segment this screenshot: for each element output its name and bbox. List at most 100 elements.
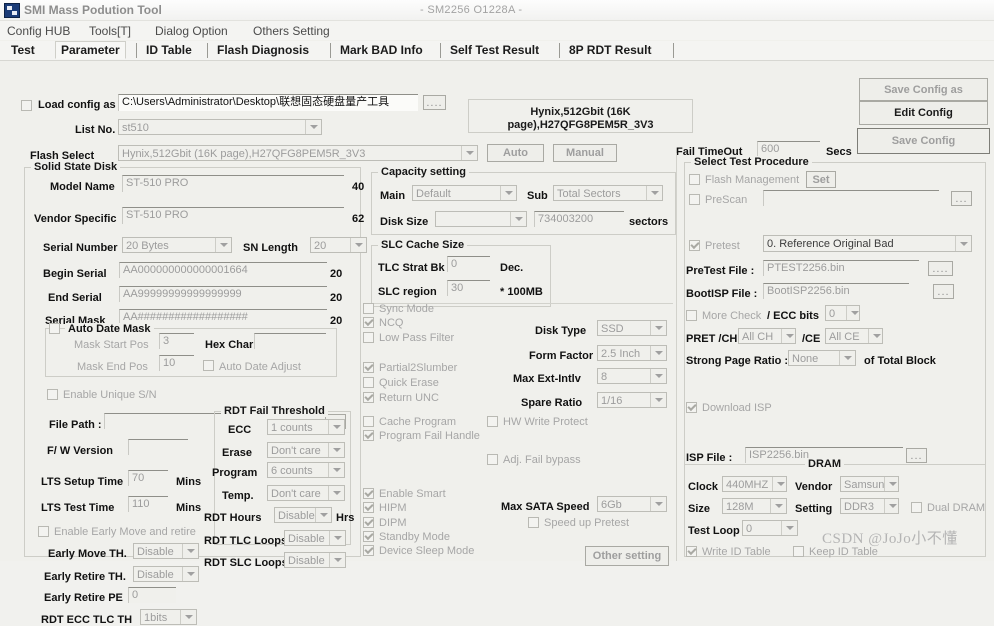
flash-select-select[interactable]: Hynix,512Gbit (16K page),H27QFG8PEM5R_3V… — [118, 145, 478, 161]
bootisp-file-input[interactable]: BootISP2256.bin — [763, 283, 909, 299]
ncq-checkbox[interactable] — [363, 317, 374, 328]
chevron-down-icon[interactable] — [781, 329, 795, 343]
end-serial-input[interactable]: AA99999999999999999 — [119, 286, 327, 302]
pretest-file-input[interactable]: PTEST2256.bin — [763, 260, 919, 276]
model-name-input[interactable]: ST-510 PRO — [122, 175, 344, 192]
chevron-down-icon[interactable] — [884, 499, 898, 513]
device-sleep-mode-checkbox[interactable] — [363, 545, 374, 556]
dram-clock-select[interactable]: 440MHZ — [722, 476, 787, 492]
speed-up-pretest-checkbox[interactable] — [528, 517, 539, 528]
chevron-down-icon[interactable] — [180, 610, 196, 624]
auto-date-adjust-checkbox[interactable] — [203, 360, 214, 371]
spare-ratio-select[interactable]: 1/16 — [597, 392, 667, 408]
download-isp-checkbox[interactable] — [686, 402, 697, 413]
menu-item-others-setting[interactable]: Others Setting — [250, 23, 333, 39]
chevron-down-icon[interactable] — [215, 238, 231, 252]
program-fail-handle-checkbox[interactable] — [363, 430, 374, 441]
chevron-down-icon[interactable] — [650, 369, 666, 383]
auto-button[interactable]: Auto — [487, 144, 544, 162]
early-retire-th-select[interactable]: Disable — [133, 566, 199, 582]
list-no-select[interactable]: st510 — [118, 119, 322, 135]
load-config-as-checkbox[interactable] — [21, 100, 32, 111]
low-pass-filter-checkbox[interactable] — [363, 332, 374, 343]
chevron-down-icon[interactable] — [650, 321, 666, 335]
tab-flash-diagnosis[interactable]: Flash Diagnosis — [212, 42, 314, 58]
pretest-file-browse-button[interactable]: .... — [928, 261, 953, 276]
tab-parameter[interactable]: Parameter — [55, 41, 126, 59]
disk-type-select[interactable]: SSD — [597, 320, 667, 336]
chevron-down-icon[interactable] — [868, 329, 882, 343]
adj-fail-bypass-checkbox[interactable] — [487, 454, 498, 465]
tab-id-table[interactable]: ID Table — [141, 42, 197, 58]
write-id-table-checkbox[interactable] — [686, 546, 697, 557]
chevron-down-icon[interactable] — [315, 508, 331, 522]
serial-number-select[interactable]: 20 Bytes — [122, 237, 232, 253]
prescan-browse-button[interactable]: ... — [951, 191, 972, 206]
chevron-down-icon[interactable] — [329, 531, 345, 545]
erase-select[interactable]: Don't care — [267, 442, 345, 458]
capacity-main-select[interactable]: Default — [412, 185, 517, 201]
chevron-down-icon[interactable] — [646, 186, 662, 200]
dual-dram-checkbox[interactable] — [911, 502, 922, 513]
return-unc-checkbox[interactable] — [363, 392, 374, 403]
standby-mode-checkbox[interactable] — [363, 531, 374, 542]
begin-serial-input[interactable]: AA000000000000001664 — [119, 262, 327, 278]
chevron-down-icon[interactable] — [500, 186, 516, 200]
chevron-down-icon[interactable] — [350, 238, 366, 252]
menu-item-dialog-option[interactable]: Dialog Option — [152, 23, 231, 39]
disk-size-select[interactable] — [435, 211, 527, 227]
enable-smart-checkbox[interactable] — [363, 488, 374, 499]
tlc-strat-bk-input[interactable]: 0 — [447, 256, 490, 272]
enable-unique-sn-checkbox[interactable] — [47, 389, 58, 400]
capacity-sub-select[interactable]: Total Sectors — [553, 185, 663, 201]
chevron-down-icon[interactable] — [305, 120, 321, 134]
flash-management-checkbox[interactable] — [689, 174, 700, 185]
save-config-as-button[interactable]: Save Config as — [859, 78, 988, 101]
cache-program-checkbox[interactable] — [363, 416, 374, 427]
temp-select[interactable]: Don't care — [267, 485, 345, 501]
chevron-down-icon[interactable] — [846, 306, 859, 320]
other-setting-button[interactable]: Other setting — [585, 546, 669, 566]
sync-mode-checkbox[interactable] — [363, 303, 374, 314]
hipm-checkbox[interactable] — [363, 502, 374, 513]
pret-ch-select[interactable]: All CH — [738, 328, 796, 344]
chevron-down-icon[interactable] — [884, 477, 898, 491]
chevron-down-icon[interactable] — [650, 393, 666, 407]
chevron-down-icon[interactable] — [328, 420, 344, 434]
lts-setup-time-input[interactable]: 70 — [128, 470, 168, 486]
tab-self-test-result[interactable]: Self Test Result — [445, 42, 544, 58]
ecc-select[interactable]: 1 counts — [267, 419, 345, 435]
quick-erase-checkbox[interactable] — [363, 377, 374, 388]
test-loop-select[interactable]: 0 — [742, 520, 798, 536]
early-move-th-select[interactable]: Disable — [133, 543, 199, 559]
sn-length-select[interactable]: 20 — [310, 237, 367, 253]
chevron-down-icon[interactable] — [839, 351, 855, 365]
isp-file-browse-button[interactable]: ... — [906, 448, 927, 463]
pretest-checkbox[interactable] — [689, 240, 700, 251]
rdt-hours-select[interactable]: Disable — [274, 507, 332, 523]
prescan-checkbox[interactable] — [689, 194, 700, 205]
mask-start-pos-input[interactable]: 3 — [159, 333, 194, 349]
chevron-down-icon[interactable] — [650, 497, 666, 511]
chevron-down-icon[interactable] — [182, 567, 198, 581]
chevron-down-icon[interactable] — [329, 553, 345, 567]
ecc-bits-select[interactable]: 0 — [825, 305, 860, 321]
chevron-down-icon[interactable] — [328, 463, 344, 477]
chevron-down-icon[interactable] — [461, 146, 477, 160]
early-retire-pe-input[interactable]: 0 — [128, 587, 176, 603]
config-path-input[interactable]: C:\Users\Administrator\Desktop\联想固态硬盘量产工… — [118, 94, 418, 111]
vendor-specific-input[interactable]: ST-510 PRO — [122, 207, 344, 224]
chevron-down-icon[interactable] — [770, 499, 786, 513]
chevron-down-icon[interactable] — [328, 486, 344, 500]
menu-item-config-hub[interactable]: Config HUB — [4, 23, 73, 39]
strong-page-ratio-select[interactable]: None — [788, 350, 856, 366]
chevron-down-icon[interactable] — [650, 346, 666, 360]
menu-item-tools[interactable]: Tools[T] — [86, 23, 134, 39]
total-sectors-input[interactable]: 734003200 — [534, 211, 624, 227]
save-config-button[interactable]: Save Config — [857, 128, 990, 154]
edit-config-button[interactable]: Edit Config — [859, 101, 988, 125]
flash-management-set-button[interactable]: Set — [806, 171, 836, 188]
chevron-down-icon[interactable] — [328, 443, 344, 457]
chevron-down-icon[interactable] — [772, 477, 786, 491]
dram-setting-select[interactable]: DDR3 — [840, 498, 899, 514]
